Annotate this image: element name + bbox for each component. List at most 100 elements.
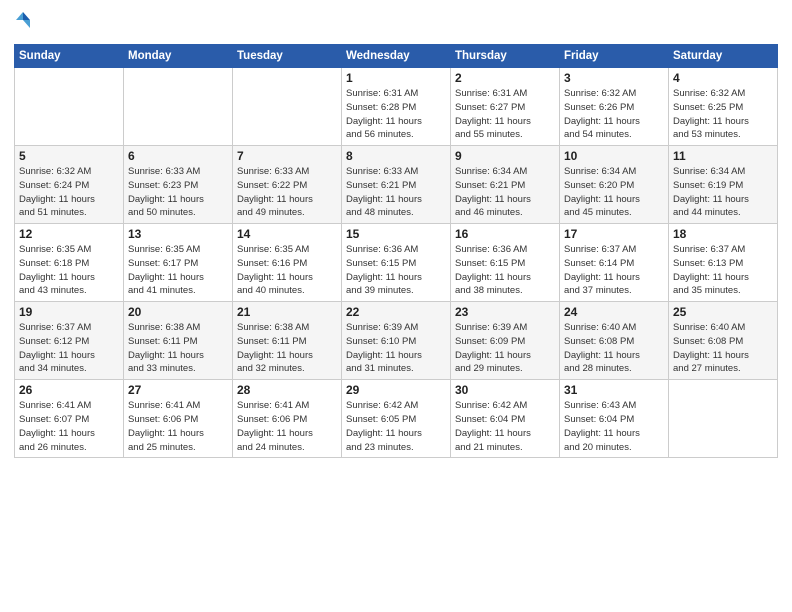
day-info: Sunrise: 6:36 AM Sunset: 6:15 PM Dayligh… (346, 243, 446, 298)
day-number: 28 (237, 383, 337, 397)
day-number: 18 (673, 227, 773, 241)
day-number: 21 (237, 305, 337, 319)
day-cell: 27 Sunrise: 6:41 AM Sunset: 6:06 PM Dayli… (124, 380, 233, 458)
day-cell: 15 Sunrise: 6:36 AM Sunset: 6:15 PM Dayli… (342, 224, 451, 302)
day-cell: 24 Sunrise: 6:40 AM Sunset: 6:08 PM Dayli… (560, 302, 669, 380)
day-number: 3 (564, 71, 664, 85)
weekday-header-row: SundayMondayTuesdayWednesdayThursdayFrid… (15, 45, 778, 68)
day-number: 5 (19, 149, 119, 163)
day-cell: 16Sunrise: 6:36 AM Sunset: 6:15 PM Dayli… (451, 224, 560, 302)
day-info: Sunrise: 6:39 AM Sunset: 6:09 PM Dayligh… (455, 321, 555, 376)
day-number: 8 (346, 149, 446, 163)
day-info: Sunrise: 6:37 AM Sunset: 6:12 PM Dayligh… (19, 321, 119, 376)
day-number: 1 (346, 71, 446, 85)
day-info: Sunrise: 6:40 AM Sunset: 6:08 PM Dayligh… (564, 321, 664, 376)
day-cell (15, 68, 124, 146)
day-info: Sunrise: 6:43 AM Sunset: 6:04 PM Dayligh… (564, 399, 664, 454)
weekday-header-friday: Friday (560, 45, 669, 68)
day-number: 24 (564, 305, 664, 319)
day-number: 17 (564, 227, 664, 241)
day-info: Sunrise: 6:38 AM Sunset: 6:11 PM Dayligh… (237, 321, 337, 376)
day-info: Sunrise: 6:33 AM Sunset: 6:23 PM Dayligh… (128, 165, 228, 220)
day-number: 4 (673, 71, 773, 85)
day-cell: 4 Sunrise: 6:32 AM Sunset: 6:25 PM Daylig… (669, 68, 778, 146)
day-info: Sunrise: 6:35 AM Sunset: 6:16 PM Dayligh… (237, 243, 337, 298)
day-number: 7 (237, 149, 337, 163)
day-number: 27 (128, 383, 228, 397)
day-info: Sunrise: 6:39 AM Sunset: 6:10 PM Dayligh… (346, 321, 446, 376)
day-number: 12 (19, 227, 119, 241)
weekday-header-thursday: Thursday (451, 45, 560, 68)
day-number: 31 (564, 383, 664, 397)
day-cell: 25Sunrise: 6:40 AM Sunset: 6:08 PM Dayli… (669, 302, 778, 380)
day-cell: 19 Sunrise: 6:37 AM Sunset: 6:12 PM Dayli… (15, 302, 124, 380)
day-info: Sunrise: 6:38 AM Sunset: 6:11 PM Dayligh… (128, 321, 228, 376)
day-info: Sunrise: 6:41 AM Sunset: 6:06 PM Dayligh… (128, 399, 228, 454)
day-cell: 7Sunrise: 6:33 AM Sunset: 6:22 PM Daylig… (233, 146, 342, 224)
calendar: SundayMondayTuesdayWednesdayThursdayFrid… (14, 44, 778, 458)
day-cell: 9 Sunrise: 6:34 AM Sunset: 6:21 PM Daylig… (451, 146, 560, 224)
day-cell: 8 Sunrise: 6:33 AM Sunset: 6:21 PM Daylig… (342, 146, 451, 224)
weekday-header-wednesday: Wednesday (342, 45, 451, 68)
day-cell: 13 Sunrise: 6:35 AM Sunset: 6:17 PM Dayli… (124, 224, 233, 302)
day-info: Sunrise: 6:31 AM Sunset: 6:27 PM Dayligh… (455, 87, 555, 142)
day-cell: 1 Sunrise: 6:31 AM Sunset: 6:28 PM Daylig… (342, 68, 451, 146)
day-cell: 2 Sunrise: 6:31 AM Sunset: 6:27 PM Daylig… (451, 68, 560, 146)
day-cell: 31 Sunrise: 6:43 AM Sunset: 6:04 PM Dayli… (560, 380, 669, 458)
day-cell: 29Sunrise: 6:42 AM Sunset: 6:05 PM Dayli… (342, 380, 451, 458)
day-info: Sunrise: 6:34 AM Sunset: 6:19 PM Dayligh… (673, 165, 773, 220)
day-number: 15 (346, 227, 446, 241)
day-info: Sunrise: 6:35 AM Sunset: 6:18 PM Dayligh… (19, 243, 119, 298)
day-info: Sunrise: 6:31 AM Sunset: 6:28 PM Dayligh… (346, 87, 446, 142)
week-row-4: 19 Sunrise: 6:37 AM Sunset: 6:12 PM Dayli… (15, 302, 778, 380)
day-info: Sunrise: 6:32 AM Sunset: 6:25 PM Dayligh… (673, 87, 773, 142)
day-number: 2 (455, 71, 555, 85)
logo-icon (14, 10, 32, 38)
day-cell: 6 Sunrise: 6:33 AM Sunset: 6:23 PM Daylig… (124, 146, 233, 224)
day-info: Sunrise: 6:41 AM Sunset: 6:06 PM Dayligh… (237, 399, 337, 454)
day-number: 10 (564, 149, 664, 163)
day-cell: 3 Sunrise: 6:32 AM Sunset: 6:26 PM Daylig… (560, 68, 669, 146)
day-cell: 30Sunrise: 6:42 AM Sunset: 6:04 PM Dayli… (451, 380, 560, 458)
day-cell (233, 68, 342, 146)
day-cell (124, 68, 233, 146)
logo (14, 10, 34, 38)
day-number: 13 (128, 227, 228, 241)
day-info: Sunrise: 6:32 AM Sunset: 6:26 PM Dayligh… (564, 87, 664, 142)
week-row-1: 1 Sunrise: 6:31 AM Sunset: 6:28 PM Daylig… (15, 68, 778, 146)
weekday-header-saturday: Saturday (669, 45, 778, 68)
day-number: 19 (19, 305, 119, 319)
day-number: 9 (455, 149, 555, 163)
week-row-3: 12 Sunrise: 6:35 AM Sunset: 6:18 PM Dayli… (15, 224, 778, 302)
day-cell: 28 Sunrise: 6:41 AM Sunset: 6:06 PM Dayli… (233, 380, 342, 458)
page: SundayMondayTuesdayWednesdayThursdayFrid… (0, 0, 792, 612)
day-info: Sunrise: 6:37 AM Sunset: 6:14 PM Dayligh… (564, 243, 664, 298)
day-number: 22 (346, 305, 446, 319)
day-info: Sunrise: 6:41 AM Sunset: 6:07 PM Dayligh… (19, 399, 119, 454)
day-number: 6 (128, 149, 228, 163)
day-cell: 5 Sunrise: 6:32 AM Sunset: 6:24 PM Daylig… (15, 146, 124, 224)
day-cell: 10Sunrise: 6:34 AM Sunset: 6:20 PM Dayli… (560, 146, 669, 224)
day-info: Sunrise: 6:33 AM Sunset: 6:21 PM Dayligh… (346, 165, 446, 220)
day-number: 30 (455, 383, 555, 397)
day-info: Sunrise: 6:42 AM Sunset: 6:05 PM Dayligh… (346, 399, 446, 454)
day-cell: 12 Sunrise: 6:35 AM Sunset: 6:18 PM Dayli… (15, 224, 124, 302)
day-info: Sunrise: 6:34 AM Sunset: 6:21 PM Dayligh… (455, 165, 555, 220)
weekday-header-sunday: Sunday (15, 45, 124, 68)
header (14, 10, 778, 38)
day-number: 23 (455, 305, 555, 319)
day-number: 20 (128, 305, 228, 319)
day-cell: 18 Sunrise: 6:37 AM Sunset: 6:13 PM Dayli… (669, 224, 778, 302)
day-info: Sunrise: 6:40 AM Sunset: 6:08 PM Dayligh… (673, 321, 773, 376)
day-cell: 22 Sunrise: 6:39 AM Sunset: 6:10 PM Dayli… (342, 302, 451, 380)
day-cell: 17 Sunrise: 6:37 AM Sunset: 6:14 PM Dayli… (560, 224, 669, 302)
day-cell: 26Sunrise: 6:41 AM Sunset: 6:07 PM Dayli… (15, 380, 124, 458)
day-info: Sunrise: 6:35 AM Sunset: 6:17 PM Dayligh… (128, 243, 228, 298)
week-row-2: 5 Sunrise: 6:32 AM Sunset: 6:24 PM Daylig… (15, 146, 778, 224)
weekday-header-tuesday: Tuesday (233, 45, 342, 68)
day-info: Sunrise: 6:37 AM Sunset: 6:13 PM Dayligh… (673, 243, 773, 298)
day-number: 16 (455, 227, 555, 241)
week-row-5: 26Sunrise: 6:41 AM Sunset: 6:07 PM Dayli… (15, 380, 778, 458)
day-number: 14 (237, 227, 337, 241)
day-info: Sunrise: 6:32 AM Sunset: 6:24 PM Dayligh… (19, 165, 119, 220)
